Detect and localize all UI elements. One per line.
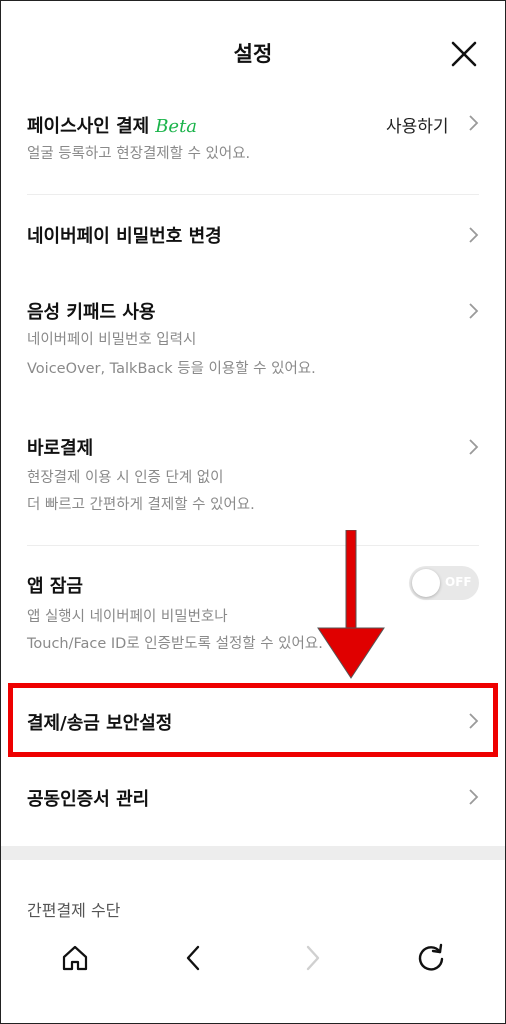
section-title: 간편결제 수단	[27, 901, 121, 920]
row-title: 앱 잠금	[27, 576, 83, 597]
back-icon	[186, 945, 200, 971]
toggle-state-label: OFF	[445, 575, 472, 589]
refresh-icon	[418, 943, 444, 971]
row-description: Touch/Face ID로 인증받도록 설정할 수 있어요.	[27, 636, 323, 652]
chevron-right-icon	[469, 115, 479, 131]
row-certificate-management[interactable]: 공동인증서 관리	[0, 762, 506, 834]
chevron-right-icon	[469, 789, 479, 805]
row-description: 얼굴 등록하고 현장결제할 수 있어요.	[27, 146, 251, 162]
row-direct-payment[interactable]: 바로결제 현장결제 이용 시 인증 단계 없이 더 빠르고 간편하게 결제할 수…	[0, 418, 506, 536]
close-icon	[451, 41, 477, 67]
row-description: VoiceOver, TalkBack 등을 이용할 수 있어요.	[27, 361, 316, 377]
down-arrow-annotation	[317, 530, 385, 679]
row-password-change[interactable]: 네이버페이 비밀번호 변경	[0, 196, 506, 272]
row-title: 공동인증서 관리	[27, 789, 150, 810]
page-title: 설정	[233, 42, 273, 66]
row-description: 네이버페이 비밀번호 입력시	[27, 332, 197, 348]
row-description: 현장결제 이용 시 인증 단계 없이	[27, 470, 224, 486]
refresh-button[interactable]	[411, 938, 451, 978]
row-voice-keypad[interactable]: 음성 키패드 사용 네이버페이 비밀번호 입력시 VoiceOver, Talk…	[0, 280, 506, 398]
divider	[27, 545, 479, 546]
facesign-title: 페이스사인 결제	[27, 116, 150, 137]
beta-badge: Beta	[155, 116, 198, 137]
chevron-right-icon	[469, 227, 479, 243]
forward-button[interactable]	[292, 938, 332, 978]
chevron-right-icon	[469, 303, 479, 319]
row-description: 앱 실행시 네이버페이 비밀번호나	[27, 609, 228, 625]
row-title: 페이스사인 결제 Beta	[27, 112, 197, 138]
app-lock-toggle[interactable]: OFF	[409, 566, 479, 600]
row-description: 더 빠르고 간편하게 결제할 수 있어요.	[27, 497, 255, 513]
divider	[27, 194, 479, 195]
chevron-right-icon	[469, 439, 479, 455]
toggle-knob	[412, 569, 440, 597]
facesign-use-value[interactable]: 사용하기	[386, 112, 449, 137]
row-title: 네이버페이 비밀번호 변경	[27, 226, 222, 247]
close-button[interactable]	[446, 36, 482, 72]
home-icon	[62, 945, 88, 971]
section-separator	[0, 846, 506, 860]
row-title: 음성 키패드 사용	[27, 302, 156, 323]
row-title: 바로결제	[27, 438, 94, 459]
home-button[interactable]	[55, 938, 95, 978]
forward-icon	[306, 945, 320, 971]
back-button[interactable]	[174, 938, 214, 978]
highlight-box	[8, 683, 498, 757]
header: 설정	[0, 0, 506, 100]
